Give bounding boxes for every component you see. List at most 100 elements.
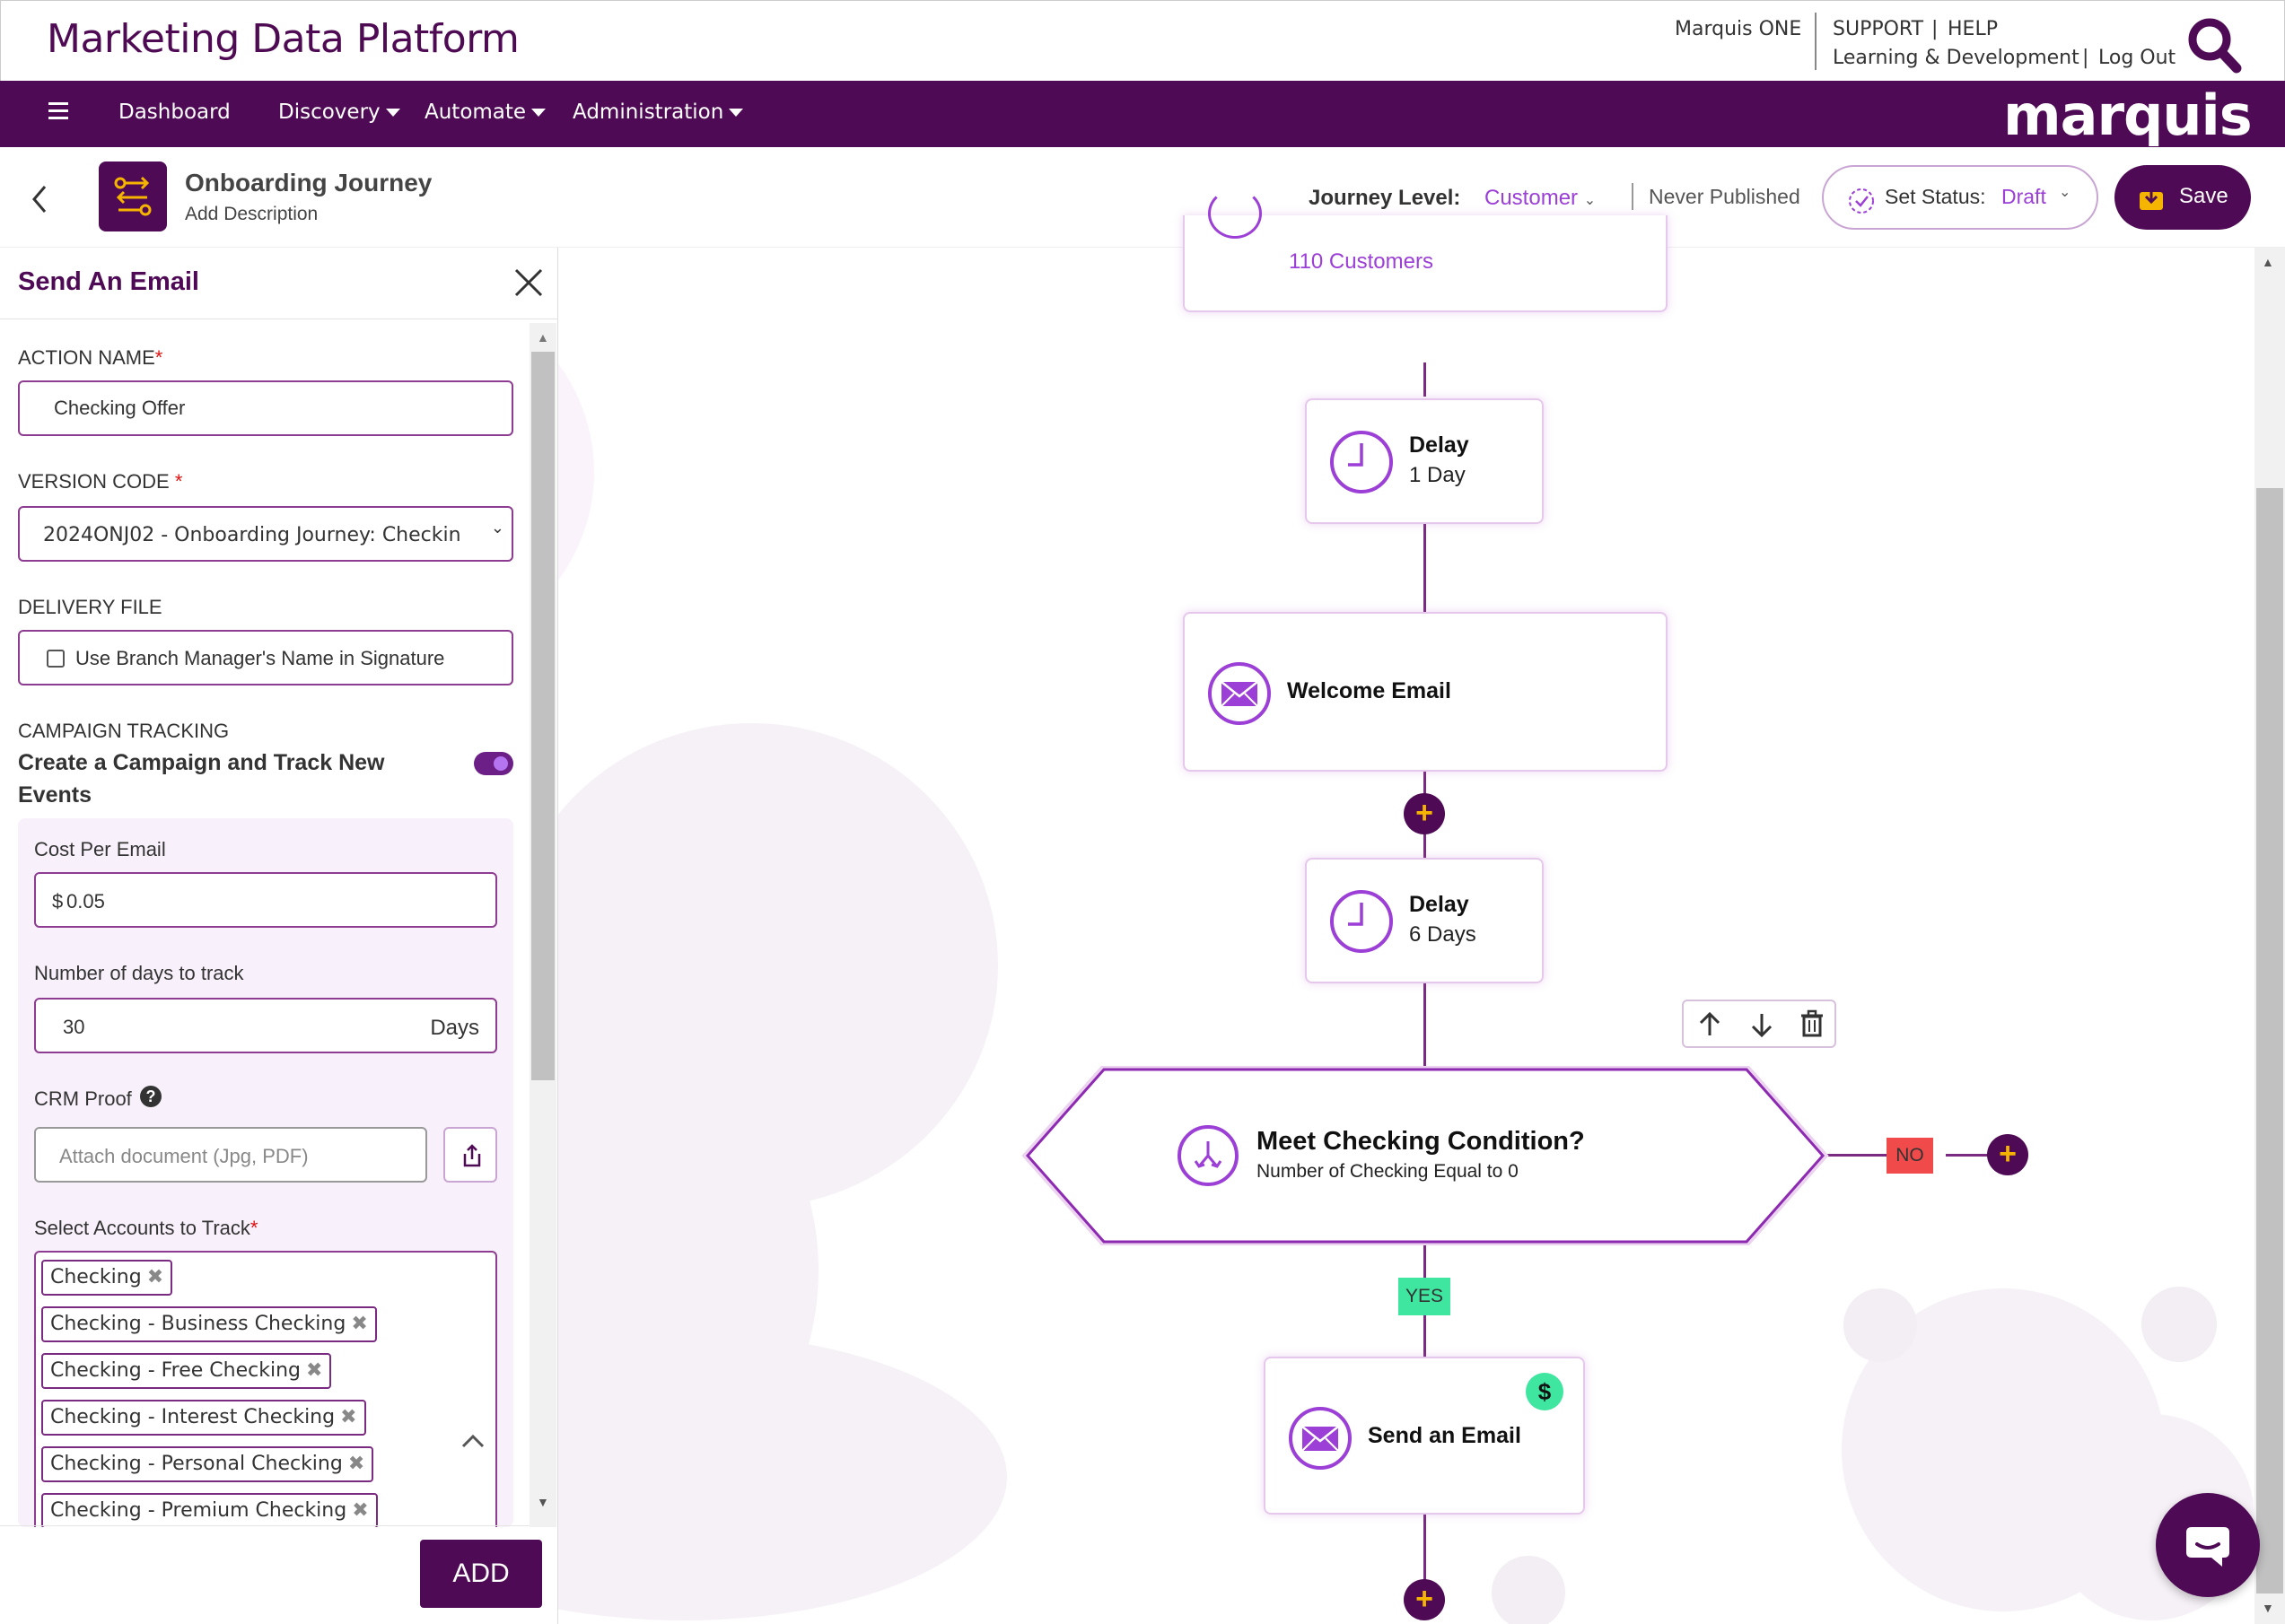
remove-icon[interactable]: ✖ xyxy=(147,1266,163,1288)
add-button[interactable]: ADD xyxy=(420,1540,542,1608)
nav-administration[interactable]: Administration xyxy=(573,100,744,124)
scroll-up-arrow-icon[interactable]: ▲ xyxy=(537,330,549,345)
days-to-track-label: Number of days to track xyxy=(34,962,244,984)
save-label: Save xyxy=(2179,184,2228,208)
account-chip[interactable]: Checking - Business Checking ✖ xyxy=(41,1306,377,1342)
delay-value: 6 Days xyxy=(1409,922,1476,947)
app-title[interactable]: Marketing Data Platform xyxy=(47,16,520,62)
split-icon xyxy=(1178,1125,1239,1186)
link-separator: | xyxy=(2082,47,2089,69)
chevron-up-icon[interactable] xyxy=(460,1430,486,1452)
set-status-dropdown[interactable]: Set Status: Draft ⌄ xyxy=(1822,165,2098,230)
account-chip-label: Checking - Business Checking xyxy=(50,1313,346,1335)
support-link[interactable]: SUPPORT xyxy=(1833,18,1923,40)
chat-button[interactable] xyxy=(2156,1493,2260,1597)
branch-manager-checkbox[interactable] xyxy=(47,650,65,668)
divider xyxy=(1815,13,1817,70)
back-arrow-icon[interactable] xyxy=(27,181,54,217)
delay-node[interactable]: Delay 1 Day xyxy=(1305,398,1544,524)
upload-button[interactable] xyxy=(443,1127,497,1183)
select-accounts-label-text: Select Accounts to Track xyxy=(34,1217,250,1239)
journey-level-select[interactable]: Customer ⌄ xyxy=(1484,186,1596,211)
save-button[interactable]: Save xyxy=(2114,165,2251,230)
account-chip[interactable]: Checking - Personal Checking ✖ xyxy=(41,1446,374,1482)
campaign-toggle[interactable] xyxy=(474,752,513,775)
yes-branch-label: YES xyxy=(1398,1278,1450,1315)
nav-automate[interactable]: Automate xyxy=(425,100,547,124)
chevron-down-icon: ⌄ xyxy=(1583,193,1597,208)
clock-icon xyxy=(1330,890,1393,953)
hamburger-icon[interactable] xyxy=(48,102,68,120)
action-name-input[interactable]: Checking Offer xyxy=(18,380,513,436)
clock-icon xyxy=(1330,431,1393,493)
learning-development-link[interactable]: Learning & Development xyxy=(1833,47,2079,69)
journey-icon xyxy=(99,162,167,231)
remove-icon[interactable]: ✖ xyxy=(351,1313,367,1335)
scroll-down-arrow-icon[interactable]: ▼ xyxy=(537,1495,549,1509)
delivery-file-label: DELIVERY FILE xyxy=(18,596,162,618)
chevron-down-icon xyxy=(385,109,400,117)
journey-description[interactable]: Add Description xyxy=(185,204,318,225)
version-code-select[interactable]: 2024ONJ02 - Onboarding Journey: Checkin … xyxy=(18,506,513,562)
marquis-logo: marquis xyxy=(2003,83,2253,148)
account-chip[interactable]: Checking - Premium Checking ✖ xyxy=(41,1493,378,1527)
cost-value: 0.05 xyxy=(66,890,105,912)
account-chip-label: Checking - Personal Checking xyxy=(50,1453,343,1475)
days-to-track-input[interactable]: 30 Days xyxy=(34,998,497,1053)
scroll-down-arrow-icon[interactable]: ▼ xyxy=(2262,1601,2274,1615)
journey-level-label: Journey Level: xyxy=(1309,186,1461,210)
account-chip[interactable]: Checking - Free Checking ✖ xyxy=(41,1353,332,1389)
branch-manager-checkbox-label[interactable]: Use Branch Manager's Name in Signature xyxy=(75,647,444,670)
journey-title[interactable]: Onboarding Journey xyxy=(185,169,432,197)
trash-icon[interactable] xyxy=(1799,1009,1825,1038)
help-link[interactable]: HELP xyxy=(1948,18,1998,40)
chip-clip: Checking - Premium Checking ✖ xyxy=(34,1489,497,1527)
crm-proof-input[interactable]: Attach document (Jpg, PDF) xyxy=(34,1127,427,1183)
currency-symbol: $ xyxy=(52,890,64,912)
flow-connector xyxy=(1423,362,1426,397)
no-branch-label: NO xyxy=(1887,1138,1933,1174)
flow-connector xyxy=(1423,983,1426,1070)
status-label: Set Status: xyxy=(1885,185,1986,208)
add-step-button[interactable]: + xyxy=(1404,1579,1445,1620)
arrow-down-icon[interactable] xyxy=(1748,1011,1775,1038)
account-chip[interactable]: Checking ✖ xyxy=(41,1260,173,1296)
send-email-title: Send an Email xyxy=(1368,1423,1521,1448)
nav-administration-label: Administration xyxy=(573,100,724,124)
audience-node[interactable]: 110 Customers xyxy=(1183,188,1668,312)
nav-dashboard[interactable]: Dashboard xyxy=(118,100,231,124)
nav-discovery[interactable]: Discovery xyxy=(278,100,400,124)
nav-discovery-label: Discovery xyxy=(278,100,381,124)
remove-icon[interactable]: ✖ xyxy=(348,1453,364,1475)
canvas-scrollbar-thumb[interactable] xyxy=(2256,488,2283,1593)
search-icon[interactable] xyxy=(2186,16,2242,74)
status-check-icon xyxy=(1849,188,1874,214)
panel-title: Send An Email xyxy=(18,267,199,296)
remove-icon[interactable]: ✖ xyxy=(352,1499,368,1522)
delay-node[interactable]: Delay 6 Days xyxy=(1305,858,1544,983)
email-node[interactable]: Welcome Email xyxy=(1183,612,1668,772)
panel-scrollbar-thumb[interactable] xyxy=(531,352,555,1080)
select-accounts-label: Select Accounts to Track* xyxy=(34,1217,258,1239)
days-value: 30 xyxy=(63,1016,85,1038)
send-email-node[interactable]: Send an Email $ xyxy=(1264,1357,1585,1515)
arrow-up-icon[interactable] xyxy=(1696,1011,1723,1038)
account-chip-label: Checking xyxy=(50,1266,142,1288)
close-icon[interactable] xyxy=(513,267,544,298)
remove-icon[interactable]: ✖ xyxy=(340,1406,356,1428)
add-step-button[interactable]: + xyxy=(1404,793,1445,834)
divider xyxy=(0,1525,530,1526)
chevron-down-icon xyxy=(531,109,547,117)
logout-link[interactable]: Log Out xyxy=(2098,47,2176,69)
publish-state: Never Published xyxy=(1649,185,1800,208)
delay-title: Delay xyxy=(1409,432,1469,458)
marquis-one-link[interactable]: Marquis ONE xyxy=(1675,18,1801,40)
account-chip[interactable]: Checking - Interest Checking ✖ xyxy=(41,1400,366,1436)
condition-title: Meet Checking Condition? xyxy=(1256,1127,1585,1156)
add-no-branch-button[interactable]: + xyxy=(1987,1134,2028,1175)
cost-per-email-input[interactable]: $ 0.05 xyxy=(34,872,497,928)
remove-icon[interactable]: ✖ xyxy=(306,1359,322,1382)
scroll-up-arrow-icon[interactable]: ▲ xyxy=(2262,255,2274,269)
chat-icon xyxy=(2186,1527,2229,1567)
help-icon[interactable]: ? xyxy=(140,1086,162,1107)
